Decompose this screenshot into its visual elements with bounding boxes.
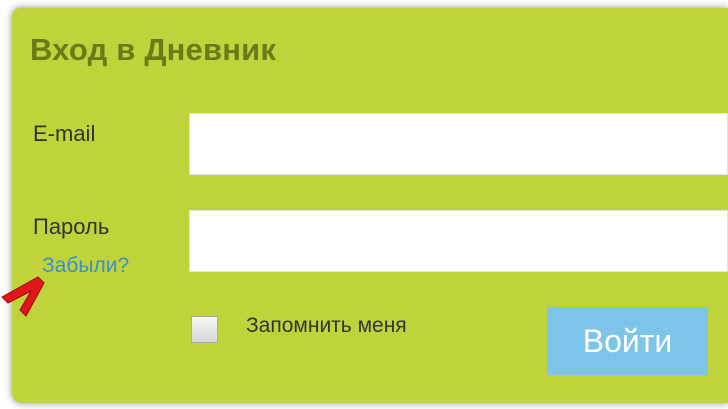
password-input[interactable] — [189, 210, 728, 272]
login-title: Вход в Дневник — [30, 32, 277, 67]
email-label: E-mail — [33, 121, 96, 146]
password-label: Пароль — [33, 214, 110, 239]
remember-me-label[interactable]: Запомнить меня — [246, 314, 407, 338]
remember-me-checkbox[interactable] — [191, 316, 218, 343]
red-arrow-icon — [1, 276, 45, 317]
forgot-password-link[interactable]: Забыли? — [42, 254, 129, 278]
email-input[interactable] — [189, 113, 728, 175]
login-button[interactable]: Войти — [547, 307, 708, 375]
